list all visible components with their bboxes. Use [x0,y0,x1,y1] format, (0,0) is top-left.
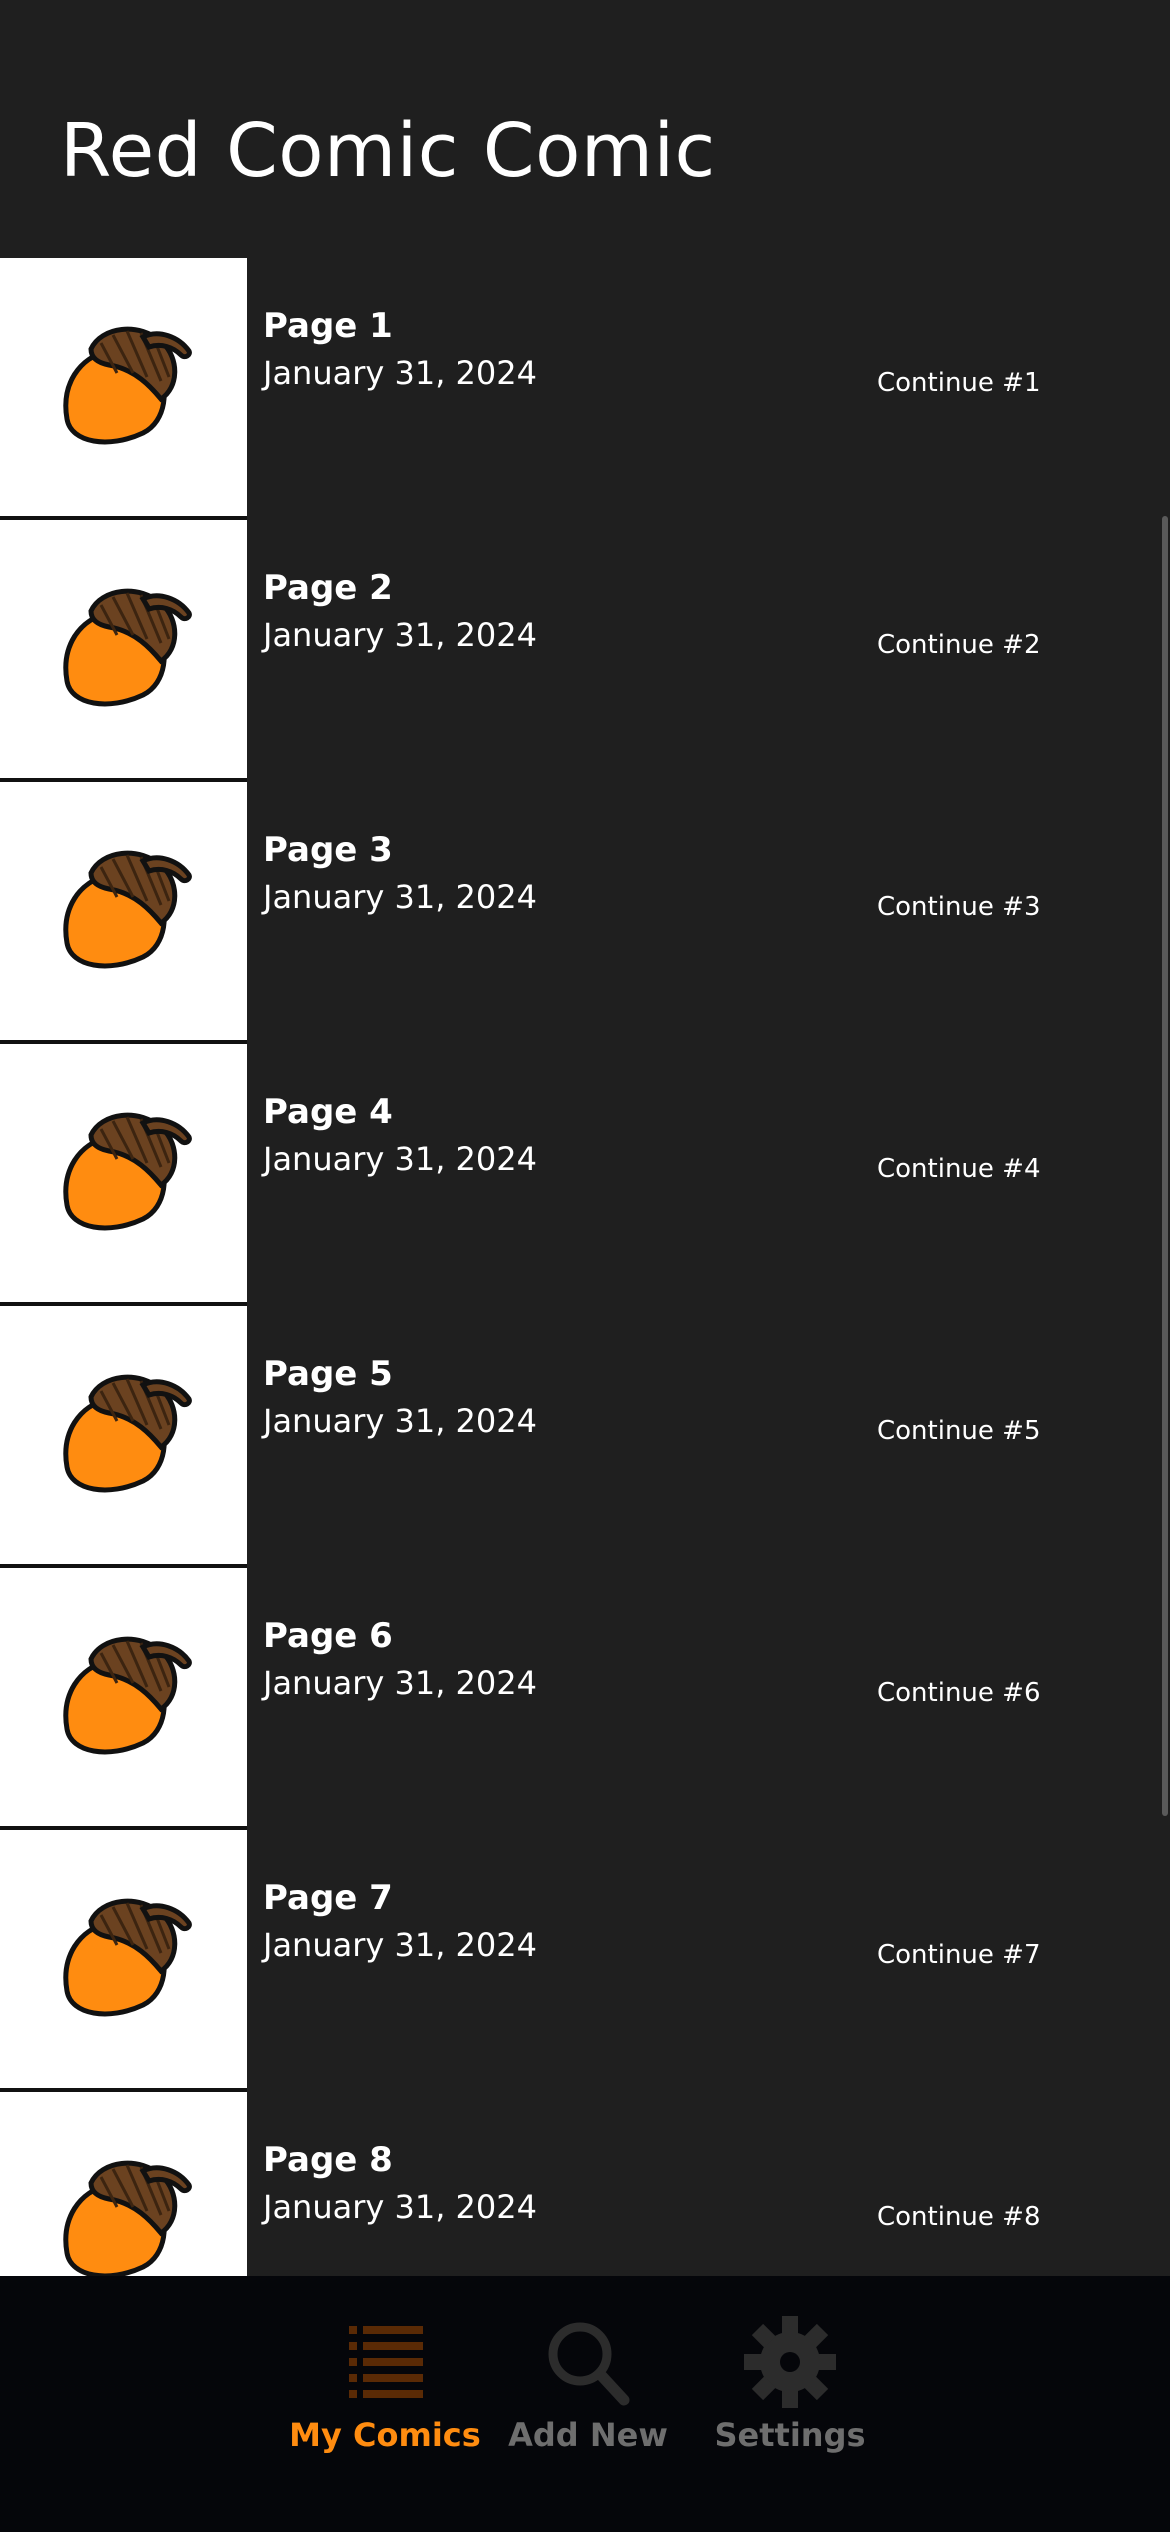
continue-button[interactable]: Continue #8 [877,2202,1041,2232]
page-date: January 31, 2024 [263,616,537,654]
page-date: January 31, 2024 [263,2188,537,2226]
scrollbar[interactable] [1162,516,1168,1816]
page-title-label: Page 5 [263,1354,393,1394]
list-item[interactable]: Page 3 January 31, 2024 Continue #3 [0,782,1170,1044]
acorn-icon [39,1093,209,1253]
page-title: Red Comic Comic [60,108,716,194]
page-thumbnail[interactable] [0,258,247,516]
app-header: Red Comic Comic [0,0,1170,258]
page-thumbnail[interactable] [0,1306,247,1564]
page-thumbnail[interactable] [0,2092,247,2276]
page-date: January 31, 2024 [263,1664,537,1702]
page-thumbnail[interactable] [0,1044,247,1302]
continue-button[interactable]: Continue #6 [877,1678,1041,1708]
acorn-icon [39,1617,209,1777]
acorn-icon [39,831,209,991]
page-title-label: Page 2 [263,568,393,608]
acorn-icon [39,569,209,729]
tab-label: Add New [508,2416,668,2454]
page-title-label: Page 3 [263,830,393,870]
page-date: January 31, 2024 [263,1926,537,1964]
page-thumbnail[interactable] [0,1568,247,1826]
acorn-icon [39,1879,209,2039]
acorn-icon [39,2141,209,2276]
list-item[interactable]: Page 2 January 31, 2024 Continue #2 [0,520,1170,782]
continue-button[interactable]: Continue #1 [877,368,1041,398]
page-title-label: Page 1 [263,306,393,346]
page-title-label: Page 7 [263,1878,393,1918]
tab-label: Settings [714,2416,866,2454]
page-date: January 31, 2024 [263,878,537,916]
page-list: Page 1 January 31, 2024 Continue #1 Page… [0,258,1170,2276]
list-item[interactable]: Page 1 January 31, 2024 Continue #1 [0,258,1170,520]
continue-button[interactable]: Continue #2 [877,630,1041,660]
page-date: January 31, 2024 [263,354,537,392]
gear-icon [744,2316,836,2408]
page-thumbnail[interactable] [0,520,247,778]
page-title-label: Page 4 [263,1092,393,1132]
acorn-icon [39,307,209,467]
list-item[interactable]: Page 5 January 31, 2024 Continue #5 [0,1306,1170,1568]
tab-label: My Comics [289,2416,481,2454]
list-icon [349,2326,423,2398]
tab-my-comics[interactable]: My Comics [285,2316,485,2486]
acorn-icon [39,1355,209,1515]
bottom-tab-bar: My Comics Add New Settings [0,2276,1170,2532]
continue-button[interactable]: Continue #3 [877,892,1041,922]
continue-button[interactable]: Continue #7 [877,1940,1041,1970]
list-item[interactable]: Page 8 January 31, 2024 Continue #8 [0,2092,1170,2276]
list-item[interactable]: Page 6 January 31, 2024 Continue #6 [0,1568,1170,1830]
continue-button[interactable]: Continue #5 [877,1416,1041,1446]
list-item[interactable]: Page 4 January 31, 2024 Continue #4 [0,1044,1170,1306]
page-date: January 31, 2024 [263,1140,537,1178]
page-date: January 31, 2024 [263,1402,537,1440]
page-thumbnail[interactable] [0,1830,247,2088]
list-item[interactable]: Page 7 January 31, 2024 Continue #7 [0,1830,1170,2092]
tab-settings[interactable]: Settings [690,2316,890,2486]
tab-add-new[interactable]: Add New [488,2316,688,2486]
page-title-label: Page 8 [263,2140,393,2180]
search-icon [548,2322,630,2406]
page-thumbnail[interactable] [0,782,247,1040]
continue-button[interactable]: Continue #4 [877,1154,1041,1184]
page-title-label: Page 6 [263,1616,393,1656]
